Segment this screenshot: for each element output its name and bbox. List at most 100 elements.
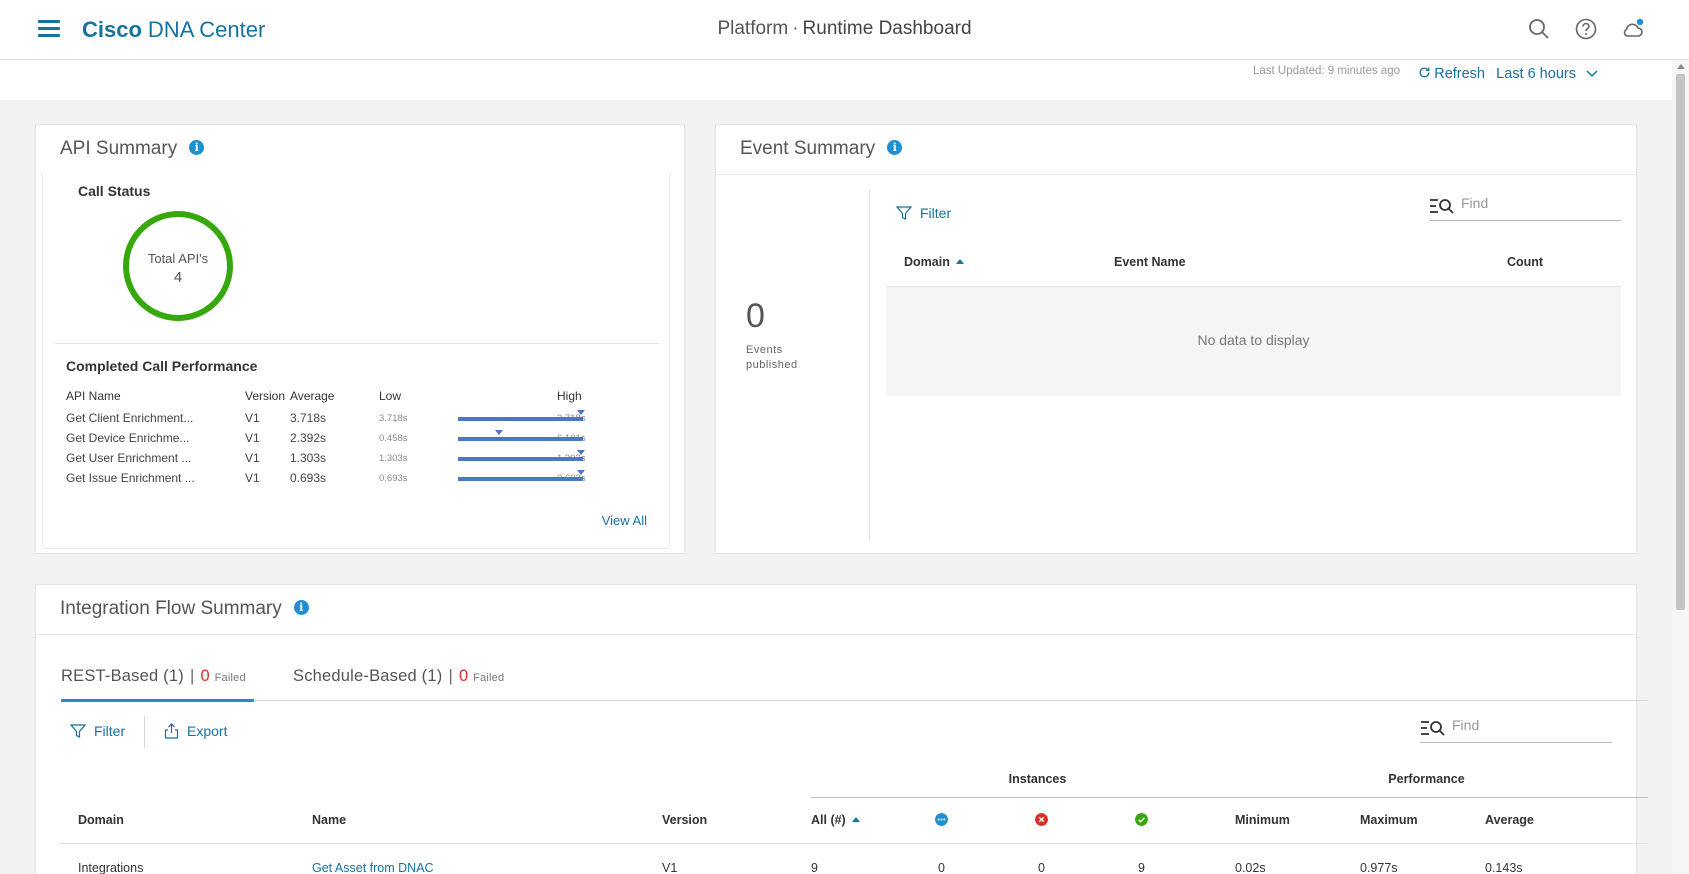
search-icon[interactable]	[1527, 17, 1551, 41]
list-item[interactable]: Get Device Enrichme...V12.392s0.458s6.10…	[43, 430, 663, 451]
info-icon[interactable]: i	[189, 140, 205, 155]
col-name[interactable]: Name	[312, 813, 346, 827]
flow-find-input[interactable]	[1452, 717, 1592, 733]
divider	[716, 174, 1636, 175]
integration-flow-title: Integration Flow Summary i	[60, 598, 309, 620]
call-status-title: Call Status	[78, 183, 151, 199]
range-bar	[458, 450, 585, 461]
api-average: 0.693s	[290, 471, 327, 485]
api-low: 0.693s	[379, 473, 408, 484]
row-average: 0.143s	[1485, 861, 1523, 874]
row-failed: 0	[1038, 861, 1045, 874]
top-bar: Cisco DNA Center Platform · Runtime Dashboa…	[0, 0, 1689, 60]
range-bar	[458, 470, 585, 481]
call-status-donut[interactable]: Total API's 4	[123, 211, 233, 321]
col-event-name[interactable]: Event Name	[1114, 255, 1186, 269]
dashboard-toolbar: Last Updated: 9 minutes ago Refresh Last…	[0, 60, 1672, 100]
row-maximum: 0.977s	[1360, 861, 1398, 874]
refresh-icon	[1419, 67, 1430, 78]
flow-find-box[interactable]	[1420, 713, 1612, 743]
last-updated-text: Last Updated: 9 minutes ago	[1252, 65, 1400, 77]
toolbar-separator	[144, 716, 145, 748]
filter-icon	[896, 206, 912, 220]
scrollbar-thumb[interactable]	[1676, 74, 1685, 610]
failed-icon[interactable]	[1035, 813, 1048, 826]
api-version: V1	[245, 411, 260, 425]
event-find-box[interactable]	[1429, 191, 1621, 221]
col-average[interactable]: Average	[1485, 813, 1534, 827]
info-icon[interactable]: i	[293, 600, 309, 615]
col-api-name: API Name	[66, 389, 121, 403]
in-progress-icon[interactable]	[935, 813, 948, 826]
cloud-notification-icon[interactable]	[1621, 17, 1645, 41]
col-minimum[interactable]: Minimum	[1235, 813, 1290, 827]
divider	[55, 343, 659, 344]
page-scrollbar[interactable]	[1672, 60, 1689, 874]
col-maximum[interactable]: Maximum	[1360, 813, 1418, 827]
group-line	[1205, 797, 1648, 798]
event-summary-title: Event Summary i	[740, 138, 903, 160]
api-summary-title: API Summary i	[60, 138, 205, 160]
api-name: Get User Enrichment ...	[66, 451, 192, 465]
header-divider	[60, 843, 1648, 844]
api-version: V1	[245, 471, 260, 485]
api-version: V1	[245, 431, 260, 445]
list-item[interactable]: Get Client Enrichment...V13.718s3.718s3.…	[43, 410, 663, 431]
tab-schedule-based[interactable]: Schedule-Based (1) | 0 Failed	[293, 667, 504, 686]
list-item[interactable]: Get Issue Enrichment ...V10.693s0.693s0.…	[43, 470, 663, 491]
export-icon	[164, 723, 179, 739]
group-performance: Performance	[1388, 772, 1465, 786]
list-item[interactable]: Get User Enrichment ...V11.303s1.303s1.3…	[43, 450, 663, 471]
col-low: Low	[379, 389, 402, 403]
api-low: 1.303s	[379, 453, 408, 464]
api-name: Get Issue Enrichment ...	[66, 471, 195, 485]
api-summary-card: API Summary i Call Status Total API's 4 C…	[35, 124, 685, 554]
donut-value: 4	[173, 269, 183, 286]
sort-ascending-icon	[955, 259, 964, 264]
col-domain-sort[interactable]: Domain	[904, 255, 964, 269]
help-icon[interactable]	[1574, 17, 1598, 41]
col-all-sort[interactable]: All (#)	[811, 813, 860, 827]
event-filter-button[interactable]: Filter	[896, 205, 951, 221]
group-line	[811, 797, 1264, 798]
event-find-input[interactable]	[1461, 195, 1601, 211]
view-all-link[interactable]: View All	[602, 513, 647, 528]
api-name: Get Client Enrichment...	[66, 411, 194, 425]
group-instances: Instances	[1008, 772, 1067, 786]
info-icon[interactable]: i	[887, 140, 903, 155]
empty-state-text: No data to display	[1197, 332, 1310, 348]
api-summary-panel: Call Status Total API's 4 Completed Call…	[42, 173, 670, 549]
api-average: 3.718s	[290, 411, 327, 425]
divider	[869, 189, 870, 541]
col-domain[interactable]: Domain	[78, 813, 124, 827]
row-name-link[interactable]: Get Asset from DNAC	[312, 861, 434, 874]
api-name: Get Device Enrichme...	[66, 431, 190, 445]
api-low: 3.718s	[379, 413, 408, 424]
col-count[interactable]: Count	[1507, 255, 1543, 269]
tab-bar-line	[61, 700, 1648, 701]
events-caption: Events published	[746, 344, 798, 371]
row-success: 9	[1138, 861, 1145, 874]
col-average: Average	[290, 389, 335, 403]
breadcrumb-platform[interactable]: Platform	[717, 18, 788, 39]
row-version: V1	[662, 861, 678, 874]
success-icon[interactable]	[1135, 813, 1148, 826]
refresh-button[interactable]: Refresh	[1418, 66, 1485, 82]
completed-call-performance-title: Completed Call Performance	[66, 358, 258, 374]
row-all: 9	[811, 861, 818, 874]
col-version[interactable]: Version	[662, 813, 707, 827]
time-range-dropdown[interactable]: Last 6 hours	[1496, 66, 1598, 82]
average-marker	[577, 410, 585, 415]
export-button[interactable]: Export	[164, 723, 227, 739]
find-icon	[1421, 721, 1445, 736]
col-high: High	[557, 389, 582, 403]
empty-state: No data to display	[886, 286, 1621, 396]
flow-filter-button[interactable]: Filter	[70, 723, 125, 739]
tab-rest-based[interactable]: REST-Based (1) | 0 Failed	[61, 667, 246, 686]
range-bar	[458, 410, 585, 421]
average-marker	[577, 450, 585, 455]
scroll-up-icon[interactable]	[1677, 64, 1685, 69]
row-in-progress: 0	[938, 861, 945, 874]
divider	[36, 634, 1636, 635]
integration-flow-card: Integration Flow Summary i REST-Based (1)…	[35, 584, 1648, 874]
